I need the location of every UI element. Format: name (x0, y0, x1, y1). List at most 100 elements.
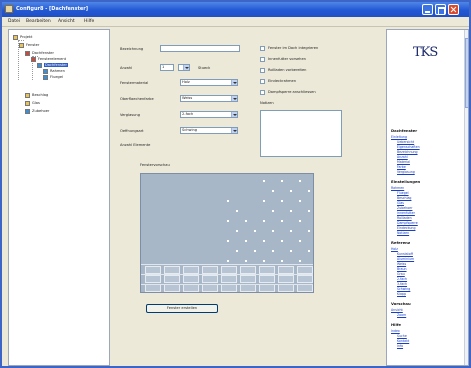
preview-cell (259, 266, 275, 274)
help-link[interactable]: Bezeichnung (397, 150, 418, 154)
help-link[interactable]: Eigenschaften (397, 145, 420, 149)
check-innenfutter[interactable]: Innenfutter vorsehen (260, 56, 306, 62)
title-bar[interactable]: Configur8 - [Dachfenster] (2, 2, 469, 17)
preview-dot (299, 240, 301, 242)
preview-dot (272, 230, 274, 232)
help-link[interactable]: Grau (397, 272, 405, 276)
preview-dot (236, 250, 238, 252)
help-link[interactable]: Rollladen (397, 216, 412, 220)
help-link[interactable]: Aluminium (397, 257, 414, 261)
preview-dot (308, 210, 310, 212)
help-link[interactable]: Einleitung (391, 135, 407, 139)
preview-cell (164, 275, 180, 283)
help-link[interactable]: 3-fach (397, 282, 407, 286)
help-link[interactable]: 2-fach (397, 277, 407, 281)
help-link[interactable]: Zoom (397, 313, 406, 317)
help-link[interactable]: Material (397, 160, 410, 164)
help-link[interactable]: Klapp (397, 292, 406, 296)
preview-cell (297, 284, 313, 292)
preview-line (141, 274, 313, 275)
tree-item[interactable]: Glas (25, 100, 40, 106)
maximize-button[interactable] (435, 4, 446, 15)
help-link[interactable]: Ansicht (391, 308, 403, 312)
preview-dot (254, 230, 256, 232)
help-link[interactable]: Glas (397, 201, 404, 205)
help-link[interactable]: Rahmen (391, 186, 404, 190)
help-link[interactable]: Index (391, 329, 400, 333)
elements-label: Anzahl Elemente (120, 143, 151, 147)
help-link[interactable]: Notizen (397, 231, 409, 235)
build-window-button[interactable]: Fenster erstellen (146, 304, 218, 313)
help-scrollbar[interactable] (464, 30, 468, 365)
preview-dot (227, 200, 229, 202)
help-link[interactable]: Anzahl (397, 155, 408, 159)
help-link[interactable]: Verglasung (397, 170, 415, 174)
close-button[interactable] (448, 4, 459, 15)
menu-item-datei[interactable]: Datei (8, 19, 20, 24)
opening-select[interactable]: Schwing (180, 127, 238, 134)
check-rollladen[interactable]: Rollladen vorbereiten (260, 67, 306, 73)
check-integrate[interactable]: Fenster im Dach integrieren (260, 45, 318, 51)
tree-item[interactable]: Fluegel (43, 74, 63, 80)
notes-textarea[interactable] (260, 110, 342, 157)
preview-dot (290, 250, 292, 252)
preview-dot (290, 210, 292, 212)
properties-panel: Bezeichnung Anzahl 1 Stueck Fenstermater… (112, 29, 384, 366)
tree-item-label: Dachfenster (32, 51, 54, 55)
material-select[interactable]: Holz (180, 79, 238, 86)
tree-item[interactable]: Beschlag (25, 92, 48, 98)
preview-dot (263, 180, 265, 182)
preview-dot (227, 260, 229, 262)
preview-cell (278, 266, 294, 274)
help-link[interactable]: Weiss (397, 262, 406, 266)
menu-item-ansicht[interactable]: Ansicht (58, 19, 75, 24)
preview-dot (254, 250, 256, 252)
preview-dot (281, 260, 283, 262)
help-link[interactable]: Innenfutter (397, 211, 415, 215)
glazing-select[interactable]: 2-fach (180, 111, 238, 118)
preview-cell (145, 266, 161, 274)
check-eindeckrahmen[interactable]: Eindeckrahmen (260, 78, 296, 84)
preview-dot (227, 220, 229, 222)
tree-item[interactable]: Zubehoer (25, 108, 49, 114)
preview-cell (202, 275, 218, 283)
help-link[interactable]: Eindeckung (397, 226, 415, 230)
preview-dot (236, 210, 238, 212)
help-link[interactable]: Braun (397, 267, 407, 271)
help-link[interactable]: Info (397, 344, 403, 348)
preview-cell (278, 275, 294, 283)
help-link[interactable]: Farbe (397, 165, 406, 169)
check-dampfsperre[interactable]: Dampfsperre anschliessen (260, 89, 316, 95)
help-link[interactable]: Kunststoff (397, 252, 413, 256)
preview-dot (245, 240, 247, 242)
anzahl-spin-button[interactable] (178, 64, 190, 71)
anzahl-stepper[interactable]: 1 (160, 64, 174, 71)
tree-item-label: Fensterelement (38, 57, 67, 61)
color-select[interactable]: Weiss (180, 95, 238, 102)
preview-cell (259, 284, 275, 292)
help-link[interactable]: Fluegel (397, 191, 409, 195)
preview-cell (145, 275, 161, 283)
help-link[interactable]: Suche (397, 334, 407, 338)
help-link[interactable]: Beschlag (397, 196, 411, 200)
menu-item-bearbeiten[interactable]: Bearbeiten (26, 19, 51, 24)
anzahl-unit-label: Stueck (198, 66, 211, 70)
window-icon (25, 50, 30, 56)
help-link[interactable]: Kontakt (397, 339, 409, 343)
part-icon (43, 74, 48, 80)
tree-item[interactable]: Fenster (19, 42, 39, 48)
tree-item[interactable]: Projekt (13, 34, 32, 40)
help-link[interactable]: Uebersicht (397, 140, 414, 144)
help-link[interactable]: Zubehoer (397, 206, 412, 210)
project-tree[interactable]: Projekt Fenster Dachfenster Fensterelement D… (8, 29, 110, 366)
bezeichnung-field[interactable] (160, 45, 240, 52)
help-section-title: Hilfe (391, 322, 402, 327)
menu-item-hilfe[interactable]: Hilfe (84, 19, 94, 24)
help-link[interactable]: Dampfsperre (397, 221, 418, 225)
minimize-button[interactable] (422, 4, 433, 15)
help-link[interactable]: Schwing (397, 287, 410, 291)
preview-dot (272, 210, 274, 212)
scrollbar-thumb[interactable] (465, 38, 468, 108)
preview-dot (299, 200, 301, 202)
help-link[interactable]: Holz (391, 247, 398, 251)
